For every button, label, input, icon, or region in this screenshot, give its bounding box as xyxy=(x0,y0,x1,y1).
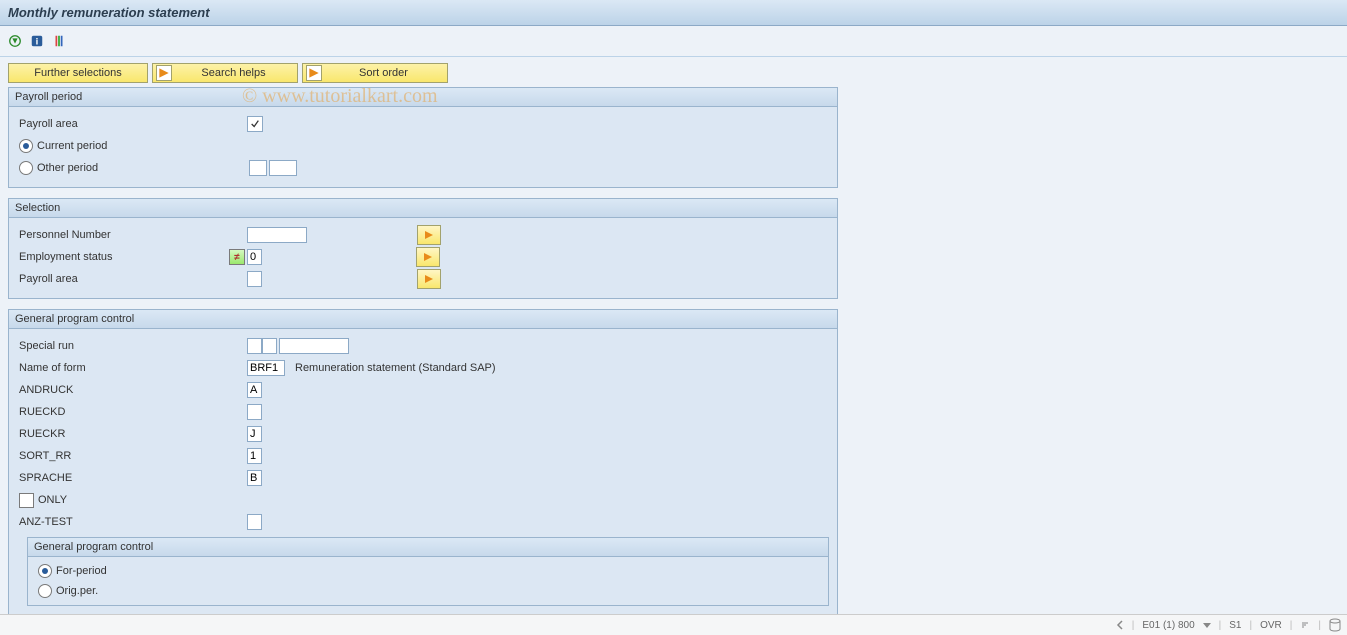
current-period-label: Current period xyxy=(37,140,107,152)
status-server: S1 xyxy=(1229,620,1241,631)
for-period-radio[interactable] xyxy=(38,564,52,578)
employment-multiselect-button[interactable] xyxy=(416,247,440,267)
inner-general-title: General program control xyxy=(28,538,828,557)
arrow-right-icon xyxy=(156,65,172,81)
payroll-area-label: Payroll area xyxy=(19,118,229,130)
personnel-number-input[interactable] xyxy=(247,227,307,243)
further-selections-button[interactable]: Further selections xyxy=(8,63,148,83)
selection-payroll-area-input[interactable] xyxy=(247,271,262,287)
payroll-area-multiselect-button[interactable] xyxy=(417,269,441,289)
not-equal-icon[interactable]: ≠ xyxy=(229,249,245,265)
sortrr-label: SORT_RR xyxy=(19,450,229,462)
title-bar: Monthly remuneration statement xyxy=(0,0,1347,26)
form-description: Remuneration statement (Standard SAP) xyxy=(295,362,496,374)
sort-order-label: Sort order xyxy=(340,67,447,79)
status-mode: OVR xyxy=(1260,620,1282,631)
orig-per-radio[interactable] xyxy=(38,584,52,598)
only-label: ONLY xyxy=(38,494,67,506)
nav-prev-icon[interactable] xyxy=(1116,620,1124,630)
current-period-radio[interactable] xyxy=(19,139,33,153)
special-run-label: Special run xyxy=(19,340,229,352)
status-bar: | E01 (1) 800 | S1 | OVR | | xyxy=(0,614,1347,635)
rueckd-label: RUECKD xyxy=(19,406,229,418)
selection-payroll-area-label: Payroll area xyxy=(19,273,229,285)
form-name-label: Name of form xyxy=(19,362,229,374)
employment-status-label: Employment status xyxy=(19,251,229,263)
payroll-period-title: Payroll period xyxy=(9,88,837,107)
personnel-number-label: Personnel Number xyxy=(19,229,229,241)
execute-icon[interactable] xyxy=(6,32,24,50)
special-run-input3[interactable] xyxy=(279,338,349,354)
other-period-input2[interactable] xyxy=(269,160,297,176)
general-program-control-panel: General program control Special run Name… xyxy=(8,309,838,615)
search-helps-label: Search helps xyxy=(190,67,297,79)
info-icon[interactable]: i xyxy=(28,32,46,50)
icon-toolbar: i xyxy=(0,26,1347,57)
selection-title: Selection xyxy=(9,199,837,218)
sprache-label: SPRACHE xyxy=(19,472,229,484)
other-period-radio[interactable] xyxy=(19,161,33,175)
rueckd-input[interactable] xyxy=(247,404,262,420)
andruck-label: ANDRUCK xyxy=(19,384,229,396)
payroll-period-panel: Payroll period Payroll area Current peri… xyxy=(8,87,838,188)
only-checkbox[interactable] xyxy=(19,493,34,508)
page-title: Monthly remuneration statement xyxy=(8,5,210,20)
further-selections-label: Further selections xyxy=(34,67,121,79)
search-helps-button[interactable]: Search helps xyxy=(152,63,298,83)
sortrr-input[interactable] xyxy=(247,448,262,464)
variant-icon[interactable] xyxy=(50,32,68,50)
orig-per-label: Orig.per. xyxy=(56,585,98,597)
special-run-input2[interactable] xyxy=(262,338,277,354)
rueckr-label: RUECKR xyxy=(19,428,229,440)
inner-general-panel: General program control For-period Orig.… xyxy=(27,537,829,606)
rueckr-input[interactable] xyxy=(247,426,262,442)
anztest-label: ANZ-TEST xyxy=(19,516,229,528)
special-run-input1[interactable] xyxy=(247,338,262,354)
for-period-label: For-period xyxy=(56,565,107,577)
sort-status-icon[interactable] xyxy=(1300,620,1310,630)
db-icon[interactable] xyxy=(1329,618,1341,632)
sprache-input[interactable] xyxy=(247,470,262,486)
form-name-input[interactable] xyxy=(247,360,285,376)
arrow-right-icon xyxy=(306,65,322,81)
other-period-input1[interactable] xyxy=(249,160,267,176)
svg-text:i: i xyxy=(36,37,39,48)
anztest-input[interactable] xyxy=(247,514,262,530)
payroll-area-valuehelp-button[interactable] xyxy=(247,116,263,132)
dropdown-icon[interactable] xyxy=(1203,623,1211,628)
selection-panel: Selection Personnel Number Employment st… xyxy=(8,198,838,299)
general-title: General program control xyxy=(9,310,837,329)
other-period-label: Other period xyxy=(37,162,231,174)
sort-order-button[interactable]: Sort order xyxy=(302,63,448,83)
andruck-input[interactable] xyxy=(247,382,262,398)
status-system: E01 (1) 800 xyxy=(1142,620,1194,631)
main-content: © www.tutorialkart.com Further selection… xyxy=(0,57,1347,635)
selection-buttons-row: Further selections Search helps Sort ord… xyxy=(8,63,1298,83)
personnel-multiselect-button[interactable] xyxy=(417,225,441,245)
employment-status-input[interactable] xyxy=(247,249,262,265)
